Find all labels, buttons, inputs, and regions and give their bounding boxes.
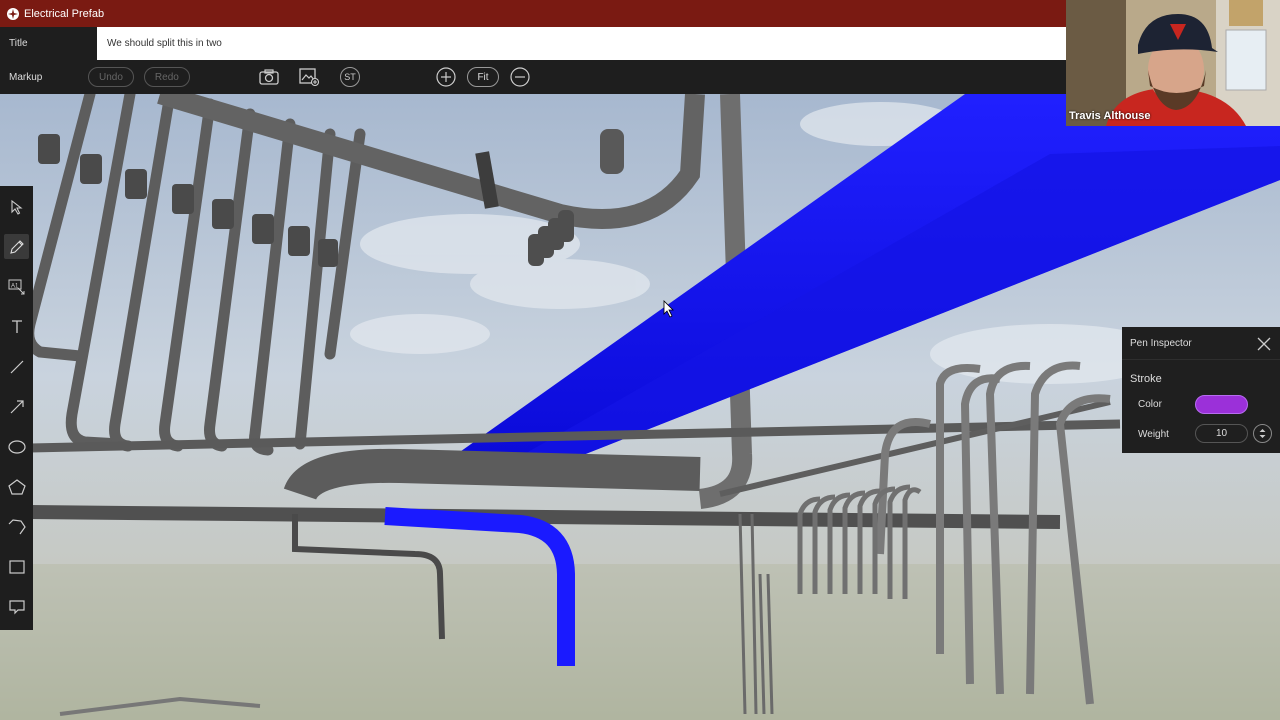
- redo-button[interactable]: Redo: [143, 67, 190, 87]
- webcam-video: [1066, 0, 1280, 126]
- undo-button[interactable]: Undo: [88, 67, 134, 87]
- model-viewport[interactable]: [0, 94, 1280, 720]
- app-title: Electrical Prefab: [24, 7, 105, 20]
- participant-name: Travis Althouse: [1069, 110, 1151, 122]
- markup-label: Markup: [9, 71, 43, 83]
- arrow-icon[interactable]: [4, 394, 29, 419]
- select-arrow-icon[interactable]: [4, 194, 29, 219]
- weight-stepper-icon[interactable]: [1253, 424, 1272, 443]
- camera-icon[interactable]: [258, 66, 280, 88]
- fit-button[interactable]: Fit: [467, 67, 499, 87]
- weight-label: Weight: [1138, 429, 1169, 440]
- app-logo-icon: [6, 7, 20, 21]
- stroke-section-label: Stroke: [1130, 373, 1162, 385]
- line-icon[interactable]: [4, 354, 29, 379]
- polygon-icon[interactable]: [4, 474, 29, 499]
- tool-palette: A1: [0, 186, 33, 630]
- markup-toolbar: Markup Undo Redo ST Fit: [0, 60, 1066, 94]
- weight-input[interactable]: 10: [1195, 424, 1248, 443]
- close-icon[interactable]: [1256, 336, 1272, 352]
- title-label: Title: [9, 38, 28, 49]
- pen-inspector-panel: Pen Inspector Stroke Color Weight 10: [1122, 327, 1280, 453]
- rectangle-icon[interactable]: [4, 554, 29, 579]
- comment-icon[interactable]: [4, 594, 29, 619]
- conduit-stub: [600, 129, 624, 174]
- st-button[interactable]: ST: [340, 67, 360, 87]
- pen-icon[interactable]: [4, 234, 29, 259]
- zoom-out-icon[interactable]: [509, 66, 531, 88]
- ellipse-icon[interactable]: [4, 434, 29, 459]
- text-icon[interactable]: [4, 314, 29, 339]
- stamp-label-icon[interactable]: A1: [4, 274, 29, 299]
- image-add-icon[interactable]: [298, 66, 320, 88]
- polyline-icon[interactable]: [4, 514, 29, 539]
- title-row: Title We should split this in two: [0, 27, 1066, 60]
- svg-text:A1: A1: [11, 283, 19, 289]
- zoom-in-icon[interactable]: [435, 66, 457, 88]
- title-bar: Electrical Prefab: [0, 0, 1066, 27]
- webcam-overlay: Travis Althouse: [1066, 0, 1280, 126]
- title-input[interactable]: We should split this in two: [97, 27, 1066, 60]
- stroke-color-swatch[interactable]: [1195, 395, 1248, 414]
- color-label: Color: [1138, 399, 1162, 410]
